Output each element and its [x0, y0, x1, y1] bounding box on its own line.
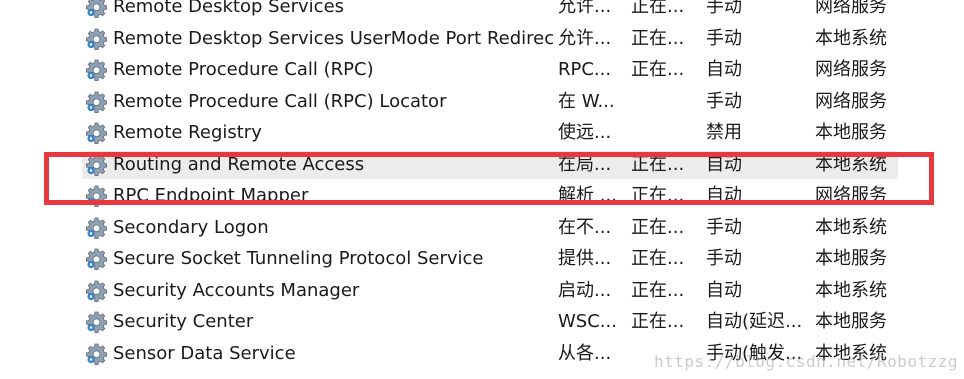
gear-icon	[84, 23, 110, 55]
service-description: 从各...	[558, 342, 612, 364]
service-logon-as: 本地系统	[815, 279, 887, 301]
service-startup-type: 手动	[706, 248, 742, 269]
watermark: https://blog.csdn.net/Robotzzg	[654, 352, 958, 371]
service-name: Security Center	[113, 311, 254, 332]
services-window: Remote Desktop Services 允许... 正在... 手动 网…	[0, 0, 964, 379]
service-startup-type: 手动	[706, 0, 742, 17]
service-logon-as: 本地服务	[815, 122, 887, 143]
service-logon-as: 本地系统	[815, 27, 887, 49]
service-description: 提供...	[558, 248, 612, 269]
service-logon-as: 网络服务	[815, 59, 887, 80]
service-row[interactable]: Secondary Logon 在不... 正在... 手动 本地系统	[0, 212, 964, 244]
service-name: Remote Desktop Services UserMode Port Re…	[113, 27, 553, 49]
service-name: Remote Desktop Services	[113, 0, 345, 17]
service-startup-type: 手动	[706, 90, 742, 112]
service-status: 正在...	[631, 216, 685, 238]
gear-icon	[84, 0, 110, 23]
gear-icon	[84, 306, 110, 338]
service-logon-as: 本地服务	[815, 248, 887, 269]
service-description: RPC...	[558, 59, 612, 80]
service-name: Remote Registry	[113, 122, 262, 143]
service-description: 在不...	[558, 216, 612, 238]
service-status: 正在...	[631, 248, 685, 269]
service-status: 正在...	[631, 59, 685, 80]
service-name: Security Accounts Manager	[113, 279, 360, 301]
service-description: WSC...	[558, 311, 617, 332]
gear-icon	[84, 275, 110, 307]
service-description: 允许...	[558, 0, 612, 17]
service-startup-type: 自动	[706, 59, 742, 80]
service-description: 在 W...	[558, 90, 615, 112]
service-logon-as: 本地服务	[815, 311, 887, 332]
service-name: Secondary Logon	[113, 216, 269, 238]
service-name: Remote Procedure Call (RPC)	[113, 59, 374, 80]
service-startup-type: 手动	[706, 27, 742, 49]
service-status: 正在...	[631, 0, 685, 17]
service-logon-as: 本地系统	[815, 216, 887, 238]
service-row[interactable]: Remote Registry 使远... 禁用 本地服务	[0, 117, 964, 149]
service-name: Secure Socket Tunneling Protocol Service	[113, 248, 484, 269]
service-description: 启动...	[558, 279, 612, 301]
service-name: Sensor Data Service	[113, 342, 296, 364]
service-logon-as: 网络服务	[815, 90, 887, 112]
service-startup-type: 禁用	[706, 122, 742, 143]
service-startup-type: 自动(延迟...	[706, 311, 803, 332]
service-startup-type: 自动	[706, 279, 742, 301]
gear-icon	[84, 117, 110, 149]
service-row[interactable]: Secure Socket Tunneling Protocol Service…	[0, 243, 964, 275]
service-description: 允许...	[558, 27, 612, 49]
service-row[interactable]: Remote Procedure Call (RPC) Locator 在 W.…	[0, 86, 964, 118]
highlight-annotation-box	[44, 152, 934, 205]
gear-icon	[84, 86, 110, 118]
service-name: Remote Procedure Call (RPC) Locator	[113, 90, 447, 112]
service-row[interactable]: Security Center WSC... 正在... 自动(延迟... 本地…	[0, 306, 964, 338]
service-row[interactable]: Remote Procedure Call (RPC) RPC... 正在...…	[0, 54, 964, 86]
service-status: 正在...	[631, 279, 685, 301]
gear-icon	[84, 54, 110, 86]
service-description: 使远...	[558, 122, 612, 143]
gear-icon	[84, 243, 110, 275]
service-status: 正在...	[631, 311, 685, 332]
service-row[interactable]: Remote Desktop Services 允许... 正在... 手动 网…	[0, 0, 964, 23]
service-row[interactable]: Remote Desktop Services UserMode Port Re…	[0, 23, 964, 55]
gear-icon	[84, 338, 110, 370]
gear-icon	[84, 212, 110, 244]
service-logon-as: 网络服务	[815, 0, 887, 17]
service-status: 正在...	[631, 27, 685, 49]
service-startup-type: 手动	[706, 216, 742, 238]
service-row[interactable]: Security Accounts Manager 启动... 正在... 自动…	[0, 275, 964, 307]
